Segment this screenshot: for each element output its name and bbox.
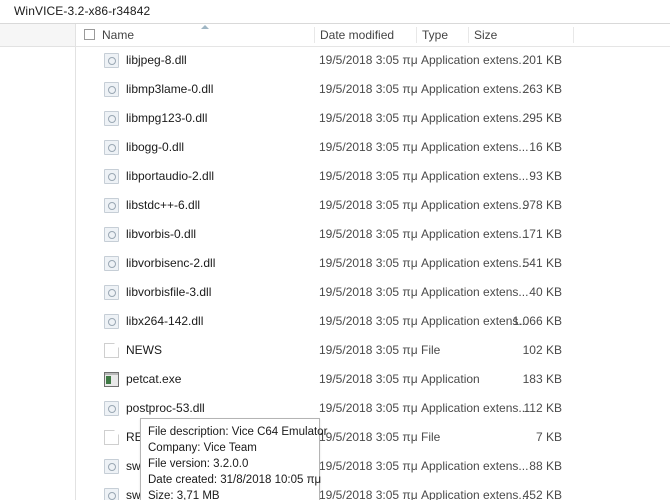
explorer-window: WinVICE-3.2-x86-r34842 Name Date modifie… [0, 0, 670, 500]
file-name: libvorbis-0.dll [126, 227, 197, 241]
column-divider[interactable] [468, 27, 469, 43]
dll-file-icon [104, 169, 119, 184]
table-row[interactable]: libvorbisenc-2.dll 19/5/2018 3:05 πμ Appli… [76, 249, 670, 278]
dll-file-icon [104, 198, 119, 213]
dll-file-icon [104, 227, 119, 242]
dll-file-icon [104, 488, 119, 500]
dll-file-icon [104, 256, 119, 271]
sort-ascending-icon [200, 24, 210, 30]
file-name: libx264-142.dll [126, 314, 204, 328]
file-size: 40 KB [529, 285, 562, 299]
column-header-name[interactable]: Name [102, 28, 134, 42]
dll-file-icon [104, 459, 119, 474]
file-type: File [421, 430, 441, 444]
select-all-checkbox[interactable] [84, 29, 95, 40]
generic-file-icon [104, 430, 119, 445]
column-header-size[interactable]: Size [474, 28, 497, 42]
file-size: 16 KB [529, 140, 562, 154]
title-bar: WinVICE-3.2-x86-r34842 [0, 0, 670, 24]
file-date-modified: 19/5/2018 3:05 πμ [319, 314, 418, 328]
file-date-modified: 19/5/2018 3:05 πμ [319, 53, 418, 67]
file-size: 201 KB [522, 53, 562, 67]
window-title: WinVICE-3.2-x86-r34842 [14, 4, 151, 18]
file-size: 1.066 KB [512, 314, 562, 328]
file-date-modified: 19/5/2018 3:05 πμ [319, 372, 418, 386]
file-size: 102 KB [522, 343, 562, 357]
file-size: 183 KB [522, 372, 562, 386]
file-name: libvorbisenc-2.dll [126, 256, 216, 270]
file-date-modified: 19/5/2018 3:05 πμ [319, 430, 418, 444]
dll-file-icon [104, 314, 119, 329]
file-date-modified: 19/5/2018 3:05 πμ [319, 459, 418, 473]
column-divider[interactable] [573, 27, 574, 43]
table-row[interactable]: petcat.exe 19/5/2018 3:05 πμ Application 18… [76, 365, 670, 394]
column-header-date-modified[interactable]: Date modified [320, 28, 394, 42]
file-name: libjpeg-8.dll [126, 53, 187, 67]
file-name: libmp3lame-0.dll [126, 82, 214, 96]
table-row[interactable]: libmp3lame-0.dll 19/5/2018 3:05 πμ Applica… [76, 75, 670, 104]
dll-file-icon [104, 53, 119, 68]
file-size: 93 KB [529, 169, 562, 183]
tooltip-size: Size: 3,71 MB [148, 490, 220, 500]
file-size: 7 KB [535, 430, 562, 444]
file-name: libvorbisfile-3.dll [126, 285, 212, 299]
tooltip-date-created: Date created: 31/8/2018 10:05 πμ [148, 474, 322, 486]
file-date-modified: 19/5/2018 3:05 πμ [319, 140, 418, 154]
file-date-modified: 19/5/2018 3:05 πμ [319, 488, 418, 500]
file-info-tooltip: File description: Vice C64 Emulator Comp… [140, 418, 328, 500]
table-row[interactable]: libvorbis-0.dll 19/5/2018 3:05 πμ Applicat… [76, 220, 670, 249]
dll-file-icon [104, 82, 119, 97]
tooltip-company: Company: Vice Team [148, 442, 257, 454]
file-name: libstdc++-6.dll [126, 198, 201, 212]
column-divider[interactable] [416, 27, 417, 43]
dll-file-icon [104, 285, 119, 300]
file-date-modified: 19/5/2018 3:05 πμ [319, 256, 418, 270]
table-row[interactable]: NEWS 19/5/2018 3:05 πμ File 102 KB [76, 336, 670, 365]
column-divider[interactable] [314, 27, 315, 43]
dll-file-icon [104, 140, 119, 155]
file-date-modified: 19/5/2018 3:05 πμ [319, 227, 418, 241]
table-row[interactable]: libportaudio-2.dll 19/5/2018 3:05 πμ Appli… [76, 162, 670, 191]
file-size: 541 KB [522, 256, 562, 270]
column-header-type[interactable]: Type [422, 28, 448, 42]
tooltip-version: File version: 3.2.0.0 [148, 458, 249, 470]
file-date-modified: 19/5/2018 3:05 πμ [319, 82, 418, 96]
table-row[interactable]: libstdc++-6.dll 19/5/2018 3:05 πμ Applicat… [76, 191, 670, 220]
tooltip-description: File description: Vice C64 Emulator [148, 426, 328, 438]
file-date-modified: 19/5/2018 3:05 πμ [319, 111, 418, 125]
file-size: 978 KB [522, 198, 562, 212]
file-type: File [421, 343, 441, 357]
table-row[interactable]: libogg-0.dll 19/5/2018 3:05 πμ Application… [76, 133, 670, 162]
table-row[interactable]: libx264-142.dll 19/5/2018 3:05 πμ Applicat… [76, 307, 670, 336]
file-size: 171 KB [522, 227, 562, 241]
table-row[interactable]: libmpg123-0.dll 19/5/2018 3:05 πμ Applicat… [76, 104, 670, 133]
table-row[interactable]: libvorbisfile-3.dll 19/5/2018 3:05 πμ Appl… [76, 278, 670, 307]
file-date-modified: 19/5/2018 3:05 πμ [319, 401, 418, 415]
dll-file-icon [104, 111, 119, 126]
file-date-modified: 19/5/2018 3:05 πμ [319, 169, 418, 183]
file-name: petcat.exe [126, 372, 182, 386]
file-name: postproc-53.dll [126, 401, 205, 415]
file-date-modified: 19/5/2018 3:05 πμ [319, 198, 418, 212]
file-name: libogg-0.dll [126, 140, 185, 154]
navigation-pane-header [0, 24, 75, 47]
file-size: 88 KB [529, 459, 562, 473]
file-name: libportaudio-2.dll [126, 169, 215, 183]
generic-file-icon [104, 343, 119, 358]
file-name: libmpg123-0.dll [126, 111, 208, 125]
executable-file-icon [104, 372, 119, 387]
file-size: 112 KB [523, 401, 562, 415]
file-size: 452 KB [522, 488, 562, 500]
file-date-modified: 19/5/2018 3:05 πμ [319, 285, 418, 299]
table-row[interactable]: libjpeg-8.dll 19/5/2018 3:05 πμ Applicatio… [76, 46, 670, 75]
file-date-modified: 19/5/2018 3:05 πμ [319, 343, 418, 357]
file-size: 295 KB [522, 111, 562, 125]
file-name: NEWS [126, 343, 162, 357]
navigation-pane[interactable] [0, 24, 76, 500]
file-size: 263 KB [522, 82, 562, 96]
dll-file-icon [104, 401, 119, 416]
column-header-row: Name Date modified Type Size [76, 24, 670, 47]
